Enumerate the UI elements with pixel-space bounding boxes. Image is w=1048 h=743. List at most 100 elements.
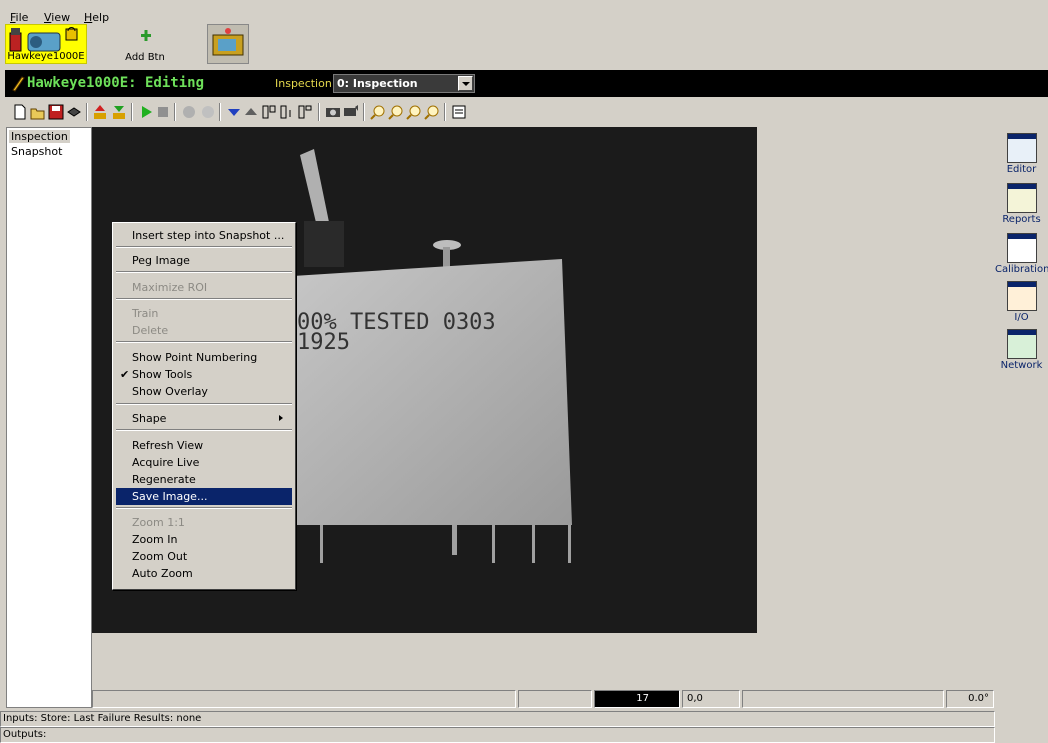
editor-title-bar: Hawkeye1000E: Editing Inspection: 0: Ins…: [5, 70, 1048, 97]
reports-icon: [1006, 183, 1037, 213]
status-pixel: [742, 690, 944, 708]
menu-item-maximize-roi[interactable]: Maximize ROI: [116, 279, 292, 296]
submenu-arrow-icon: [279, 415, 286, 421]
inspection-value: 0: Inspection: [337, 77, 418, 90]
device-hawkeye-button[interactable]: Hawkeye1000E: [5, 24, 87, 64]
move-up-icon[interactable]: [243, 104, 259, 120]
open-icon[interactable]: [30, 104, 46, 120]
network-label: Network: [1000, 360, 1043, 371]
menu-item-train[interactable]: Train: [116, 305, 292, 322]
status-angle: 0.0°: [946, 690, 994, 708]
editor-title: Hawkeye1000E: Editing: [27, 75, 205, 91]
toolbar-separator: [444, 103, 446, 121]
inspection-select[interactable]: 0: Inspection: [333, 74, 475, 93]
menu-separator: [116, 298, 292, 300]
toolbar-separator: [131, 103, 133, 121]
menu-separator: [116, 341, 292, 343]
toolbar-separator: [318, 103, 320, 121]
inspection-label: Inspection:: [275, 77, 336, 90]
camera-icon[interactable]: [325, 104, 341, 120]
reports-label: Reports: [1002, 214, 1041, 225]
menu-item-zoom-1-1[interactable]: Zoom 1:1: [116, 514, 292, 531]
zoom-fit-icon[interactable]: [406, 104, 422, 120]
insert-before-icon[interactable]: [261, 104, 277, 120]
device-config-icon: [212, 28, 244, 56]
status-message: [92, 690, 516, 708]
camera-device-icon: [9, 27, 78, 52]
menu-item-shape[interactable]: Shape: [116, 410, 292, 427]
main-toolbar: [0, 100, 1048, 125]
upload-icon[interactable]: [92, 104, 108, 120]
menu-item-show-tools[interactable]: ✔ Show Tools: [116, 366, 292, 383]
zoom-out-icon[interactable]: [388, 104, 404, 120]
image-text-line2: 1925: [297, 330, 350, 355]
status-coords: 0,0: [682, 690, 740, 708]
editor-icon: [1006, 133, 1037, 163]
chevron-down-icon[interactable]: [458, 76, 473, 91]
toolbar-separator: [174, 103, 176, 121]
toolbar-separator: [363, 103, 365, 121]
menu-item-acquire-live[interactable]: Acquire Live: [116, 454, 292, 471]
stop-icon[interactable]: [155, 104, 171, 120]
menu-item-save-image[interactable]: Save Image...: [116, 488, 292, 505]
zoom-in-icon[interactable]: [370, 104, 386, 120]
network-icon: [1006, 329, 1037, 359]
io-icon: [1006, 281, 1037, 311]
menu-item-delete[interactable]: Delete: [116, 322, 292, 339]
menu-item-auto-zoom[interactable]: Auto Zoom: [116, 565, 292, 582]
menu-item-show-overlay[interactable]: Show Overlay: [116, 383, 292, 400]
menu-item-zoom-out[interactable]: Zoom Out: [116, 548, 292, 565]
zoom-1-icon[interactable]: [424, 104, 440, 120]
calibration-label: Calibration: [995, 264, 1048, 275]
step-icon[interactable]: [181, 104, 197, 120]
device-bar: Hawkeye1000E Add Btn: [0, 22, 1048, 66]
move-down-icon[interactable]: [226, 104, 242, 120]
add-button-label: Add Btn: [125, 52, 165, 63]
stack-icon[interactable]: [66, 104, 82, 120]
menu-item-peg-image[interactable]: Peg Image: [116, 252, 292, 269]
tree-item-snapshot[interactable]: Snapshot: [9, 145, 64, 158]
toolbar-separator: [86, 103, 88, 121]
menu-item-zoom-in[interactable]: Zoom In: [116, 531, 292, 548]
status-frame: 17: [594, 690, 680, 708]
menu-bar: File View Help: [0, 0, 1048, 24]
insert-child-icon[interactable]: [297, 104, 313, 120]
plus-icon: [141, 30, 151, 41]
calibration-button[interactable]: Calibration: [995, 233, 1048, 275]
inspection-tree: Inspection Snapshot: [6, 127, 92, 708]
device-config-button[interactable]: [207, 24, 249, 64]
right-panel: Editor Reports Calibration I/O Network: [995, 127, 1048, 708]
toolbar-separator: [219, 103, 221, 121]
outputs-line: Outputs:: [0, 727, 995, 743]
insert-after-icon[interactable]: [279, 104, 295, 120]
menu-separator: [116, 507, 292, 509]
menu-item-regenerate[interactable]: Regenerate: [116, 471, 292, 488]
menu-separator: [116, 403, 292, 405]
menu-item-refresh-view[interactable]: Refresh View: [116, 437, 292, 454]
menu-separator: [116, 246, 292, 248]
save-icon[interactable]: [48, 104, 64, 120]
io-button[interactable]: I/O: [995, 281, 1048, 323]
editor-button[interactable]: Editor: [995, 133, 1048, 175]
camera-live-icon[interactable]: [343, 104, 359, 120]
tree-item-inspection[interactable]: Inspection: [9, 130, 70, 143]
download-icon[interactable]: [111, 104, 127, 120]
editor-label: Editor: [1006, 164, 1037, 175]
status-blank: [518, 690, 592, 708]
context-menu: Insert step into Snapshot ... Peg Image …: [112, 222, 296, 590]
pencil-icon: [12, 76, 25, 92]
inputs-line: Inputs: Store: Last Failure Results: non…: [0, 711, 995, 727]
calibration-icon: [1006, 233, 1037, 263]
network-button[interactable]: Network: [995, 329, 1048, 371]
device-label: Hawkeye1000E: [7, 51, 85, 62]
reports-button[interactable]: Reports: [995, 183, 1048, 225]
new-icon[interactable]: [12, 104, 28, 120]
add-button[interactable]: Add Btn: [105, 24, 185, 64]
run-icon[interactable]: [138, 104, 154, 120]
properties-icon[interactable]: [451, 104, 467, 120]
io-label: I/O: [1014, 312, 1029, 323]
menu-item-insert-step[interactable]: Insert step into Snapshot ...: [116, 227, 292, 244]
step-disabled-icon[interactable]: [200, 104, 216, 120]
menu-item-show-point-numbering[interactable]: Show Point Numbering: [116, 349, 292, 366]
checkmark-icon: ✔: [120, 368, 130, 381]
